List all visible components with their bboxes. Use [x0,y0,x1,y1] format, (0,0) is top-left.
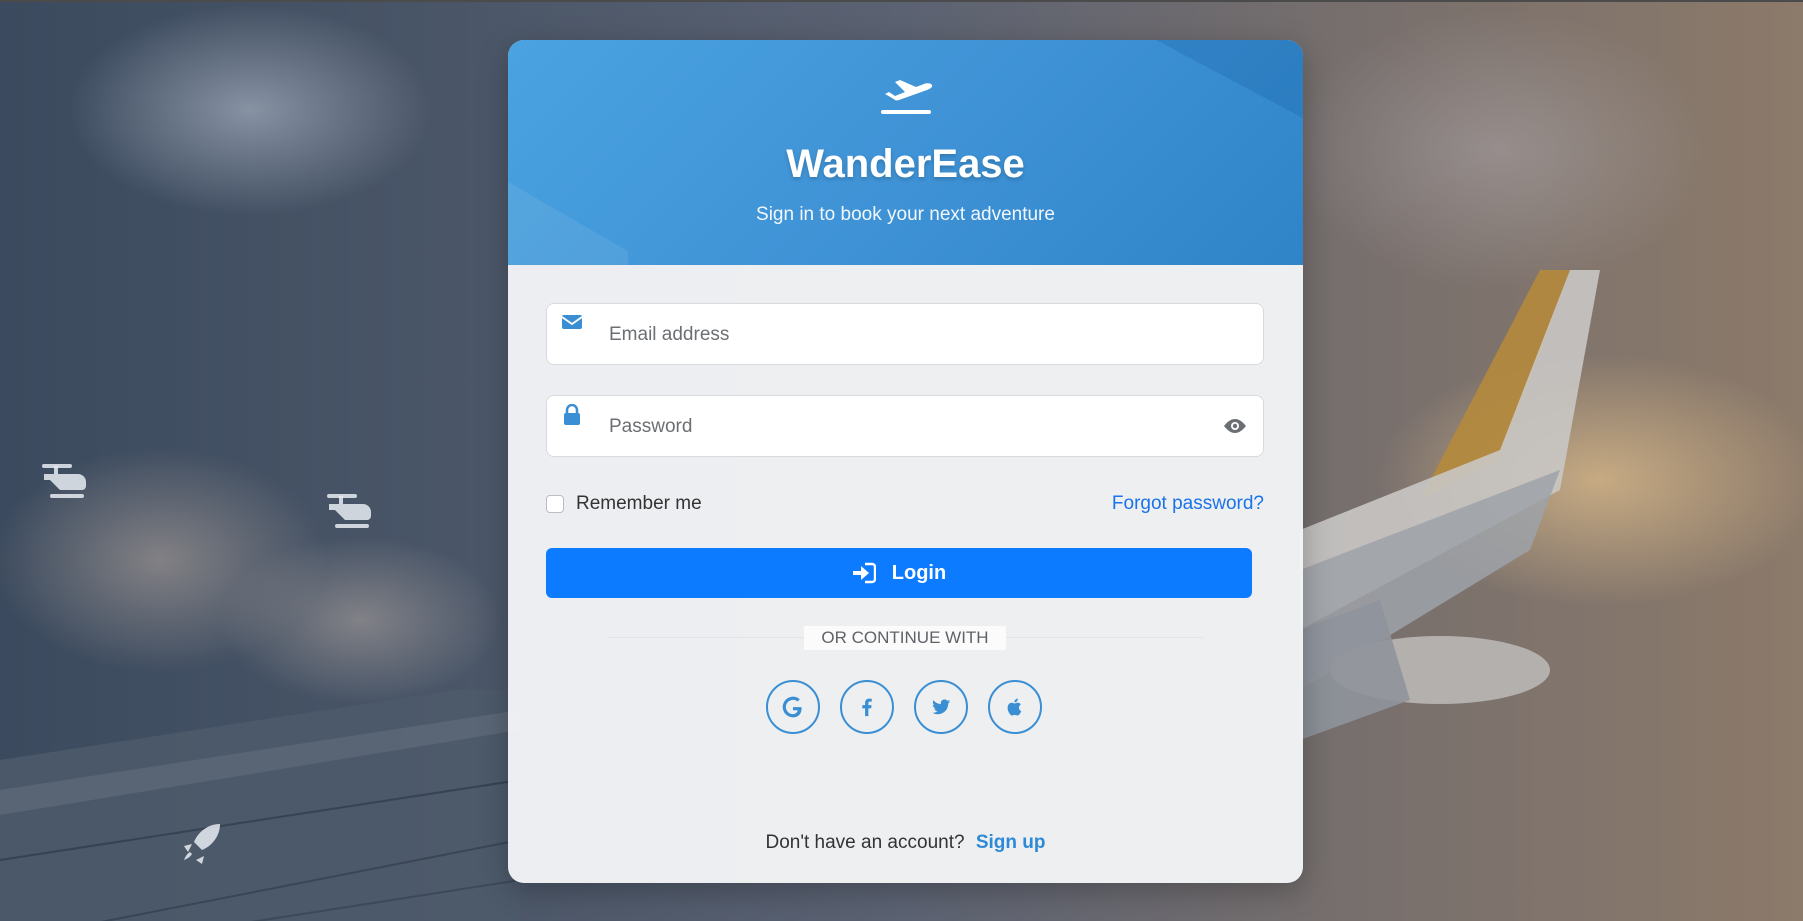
helicopter-icon [42,464,86,498]
app-title: WanderEase [786,142,1025,186]
twitter-icon [932,699,951,715]
app-tagline: Sign in to book your next adventure [756,204,1055,225]
signup-row: Don't have an account? Sign up [508,832,1303,854]
background-wing-left [0,690,520,921]
login-button[interactable]: Login [546,548,1252,598]
password-field[interactable] [546,395,1264,458]
header-decoration [1103,40,1303,150]
remember-label: Remember me [576,493,702,514]
apple-icon [1007,698,1022,716]
signup-link[interactable]: Sign up [976,832,1046,853]
apple-login-button[interactable] [988,680,1042,734]
email-field[interactable] [546,303,1264,366]
twitter-login-button[interactable] [914,680,968,734]
facebook-icon [862,698,872,717]
plane-departure-icon [880,80,932,114]
lock-icon [564,404,580,425]
facebook-login-button[interactable] [840,680,894,734]
google-login-button[interactable] [766,680,820,734]
google-icon [782,696,802,718]
helicopter-icon [327,494,371,528]
remember-checkbox[interactable] [546,495,564,513]
top-border [0,0,1803,2]
divider-label: OR CONTINUE WITH [804,626,1006,650]
card-header: WanderEase Sign in to book your next adv… [508,40,1303,265]
rocket-icon [184,824,220,864]
remember-me[interactable]: Remember me [546,492,702,516]
email-input[interactable] [607,304,1211,366]
password-input[interactable] [607,396,1211,458]
sign-in-icon [852,562,876,584]
eye-icon[interactable] [1223,416,1247,436]
envelope-icon [561,315,583,329]
background-wing-right [1300,270,1600,740]
forgot-password-link[interactable]: Forgot password? [1112,492,1264,516]
login-card: WanderEase Sign in to book your next adv… [508,40,1303,883]
signup-prompt: Don't have an account? [765,832,965,853]
login-label: Login [891,561,947,584]
login-page: WanderEase Sign in to book your next adv… [0,0,1803,921]
